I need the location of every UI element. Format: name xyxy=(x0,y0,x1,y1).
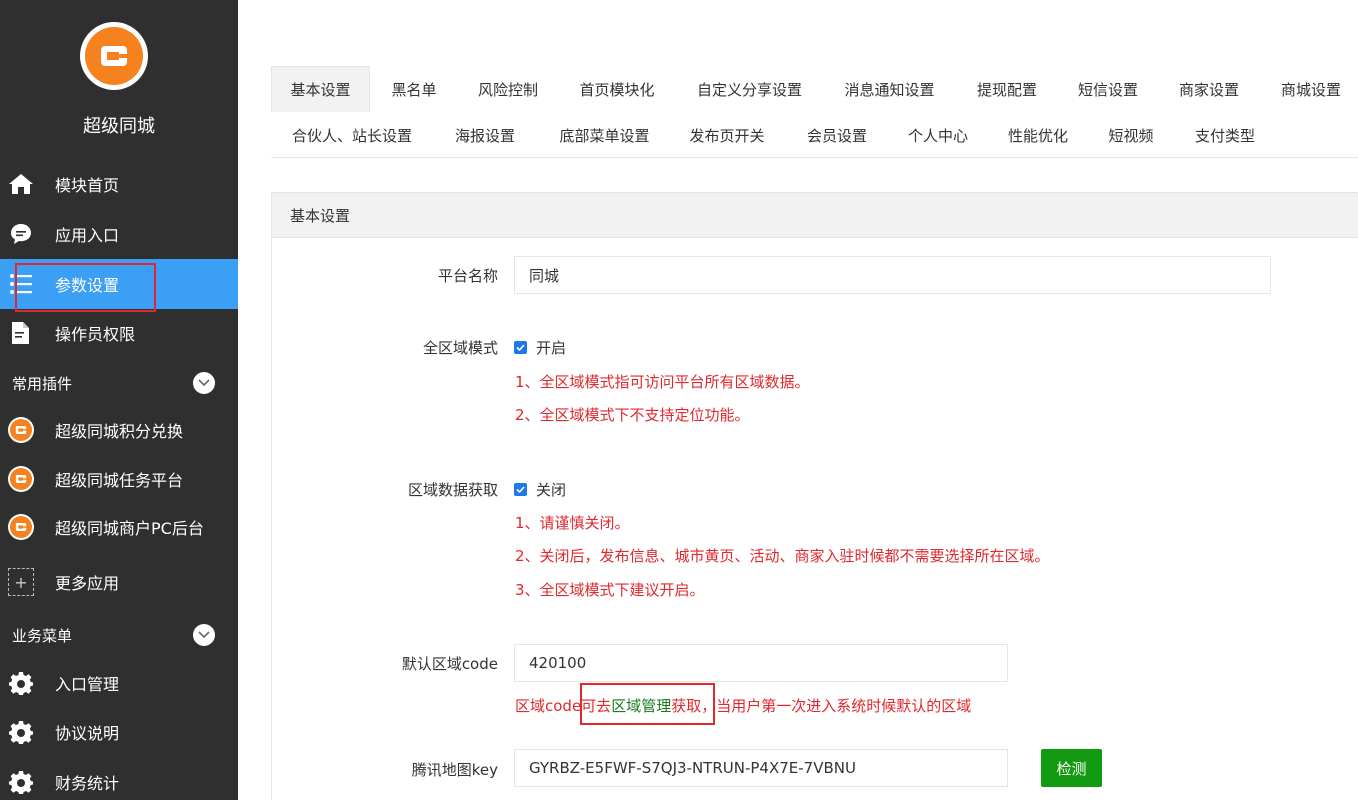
region-fetch-note-2: 2、关闭后，发布信息、城市黄页、活动、商家入驻时候都不需要选择所在区域。 xyxy=(515,547,1050,565)
chevron-down-icon[interactable] xyxy=(193,372,215,394)
global-mode-note-1: 1、全区域模式指可访问平台所有区域数据。 xyxy=(515,373,810,391)
global-mode-note-2: 2、全区域模式下不支持定位功能。 xyxy=(515,406,750,424)
panel-title: 基本设置 xyxy=(272,193,1358,238)
sidebar-item-label: 参数设置 xyxy=(55,276,120,295)
sidebar-item-module-home[interactable]: 模块首页 xyxy=(0,159,238,209)
group-label: 常用插件 xyxy=(12,374,73,393)
tab-risk-control[interactable]: 风险控制 xyxy=(464,66,552,112)
global-mode-label: 全区域模式 xyxy=(422,339,498,357)
group-label: 业务菜单 xyxy=(12,626,73,645)
sidebar-item-entry-management[interactable]: 入口管理 xyxy=(0,658,238,708)
check-button[interactable]: 检测 xyxy=(1041,749,1102,787)
tab-home-modules[interactable]: 首页模块化 xyxy=(567,66,667,112)
sidebar-item-label: 超级同城任务平台 xyxy=(55,471,184,490)
tab-member[interactable]: 会员设置 xyxy=(797,112,877,158)
home-icon xyxy=(8,171,34,197)
plugin-logo-icon xyxy=(8,466,34,492)
sidebar: 超级同城 模块首页 应用入口 参数设置 操作员权限 常用插件 超级同城积分兑换 … xyxy=(0,0,238,800)
sidebar-item-label: 更多应用 xyxy=(55,574,120,593)
sidebar-item-agreement[interactable]: 协议说明 xyxy=(0,707,238,757)
sidebar-item-app-entry[interactable]: 应用入口 xyxy=(0,209,238,259)
tab-basic-settings[interactable]: 基本设置 xyxy=(271,66,370,112)
map-key-input[interactable] xyxy=(514,749,1008,787)
gear-icon xyxy=(8,719,34,745)
region-fetch-label: 区域数据获取 xyxy=(407,481,498,499)
sidebar-item-label: 超级同城商户PC后台 xyxy=(55,519,204,538)
default-region-hint: 区域code可去区域管理获取，当用户第一次进入系统时候默认的区域 xyxy=(515,695,971,716)
tab-publish-switch[interactable]: 发布页开关 xyxy=(679,112,775,158)
default-region-label: 默认区域code xyxy=(401,655,498,673)
tab-merchant[interactable]: 商家设置 xyxy=(1169,66,1249,112)
sidebar-group-plugins[interactable]: 常用插件 xyxy=(0,363,238,403)
checkbox-label: 关闭 xyxy=(536,481,567,499)
brand-logo[interactable] xyxy=(80,22,148,90)
platform-name-input[interactable] xyxy=(514,256,1271,294)
tab-withdraw[interactable]: 提现配置 xyxy=(967,66,1047,112)
plus-icon: + xyxy=(8,568,34,596)
tab-short-video[interactable]: 短视频 xyxy=(1097,112,1165,158)
checkbox-label: 开启 xyxy=(536,339,567,357)
brand-name: 超级同城 xyxy=(83,116,155,137)
document-edit-icon xyxy=(8,320,34,346)
sidebar-item-label: 财务统计 xyxy=(55,774,120,793)
tab-bottom-menu[interactable]: 底部菜单设置 xyxy=(547,112,662,158)
tab-partner[interactable]: 合伙人、站长设置 xyxy=(282,112,422,158)
app-root: 超级同城 模块首页 应用入口 参数设置 操作员权限 常用插件 超级同城积分兑换 … xyxy=(0,0,1358,800)
tab-performance[interactable]: 性能优化 xyxy=(998,112,1078,158)
tab-mall[interactable]: 商城设置 xyxy=(1271,66,1351,112)
list-icon xyxy=(8,271,34,297)
sidebar-group-business[interactable]: 业务菜单 xyxy=(0,615,238,655)
global-mode-checkbox[interactable]: 开启 xyxy=(514,337,566,358)
region-fetch-note-1: 1、请谨慎关闭。 xyxy=(515,514,630,532)
sidebar-item-label: 操作员权限 xyxy=(55,325,136,344)
sidebar-item-label: 应用入口 xyxy=(55,226,120,245)
plugin-logo-icon xyxy=(8,417,34,443)
tab-poster[interactable]: 海报设置 xyxy=(444,112,526,158)
tab-payment-type[interactable]: 支付类型 xyxy=(1185,112,1265,158)
sidebar-item-operator-permissions[interactable]: 操作员权限 xyxy=(0,308,238,358)
hint-prefix: 区域code可去 xyxy=(515,697,612,715)
plugin-logo-icon xyxy=(8,514,34,540)
tab-custom-share[interactable]: 自定义分享设置 xyxy=(682,66,817,112)
sidebar-plugin-points-exchange[interactable]: 超级同城积分兑换 xyxy=(0,405,238,455)
tab-notification[interactable]: 消息通知设置 xyxy=(832,66,947,112)
checkmark-icon xyxy=(514,341,527,354)
tab-blacklist[interactable]: 黑名单 xyxy=(375,66,453,112)
sidebar-item-label: 模块首页 xyxy=(55,176,120,195)
chevron-down-icon[interactable] xyxy=(193,624,215,646)
tab-sms[interactable]: 短信设置 xyxy=(1068,66,1148,112)
sidebar-item-finance-stats[interactable]: 财务统计 xyxy=(0,757,238,800)
tab-profile[interactable]: 个人中心 xyxy=(898,112,978,158)
sidebar-more-apps[interactable]: + 更多应用 xyxy=(0,557,238,607)
sidebar-item-label: 协议说明 xyxy=(55,724,120,743)
sidebar-plugin-task-platform[interactable]: 超级同城任务平台 xyxy=(0,454,238,504)
sidebar-item-label: 入口管理 xyxy=(55,675,120,694)
gear-icon xyxy=(8,670,34,696)
map-key-label: 腾讯地图key xyxy=(411,761,498,779)
region-fetch-checkbox[interactable]: 关闭 xyxy=(514,479,566,500)
sidebar-item-param-settings[interactable]: 参数设置 xyxy=(0,259,238,309)
gear-icon xyxy=(8,769,34,795)
region-fetch-note-3: 3、全区域模式下建议开启。 xyxy=(515,581,705,599)
default-region-input[interactable] xyxy=(514,644,1008,682)
chat-bubble-logo-icon xyxy=(101,46,127,66)
sidebar-item-label: 超级同城积分兑换 xyxy=(55,422,184,441)
hint-suffix: 获取，当用户第一次进入系统时候默认的区域 xyxy=(671,697,972,715)
chat-icon xyxy=(8,221,34,247)
settings-tabs: 基本设置 黑名单 风险控制 首页模块化 自定义分享设置 消息通知设置 提现配置 … xyxy=(271,66,1358,158)
region-management-link[interactable]: 区域管理 xyxy=(611,697,671,715)
checkmark-icon xyxy=(514,483,527,496)
sidebar-plugin-merchant-pc[interactable]: 超级同城商户PC后台 xyxy=(0,502,238,552)
platform-name-label: 平台名称 xyxy=(437,267,498,285)
